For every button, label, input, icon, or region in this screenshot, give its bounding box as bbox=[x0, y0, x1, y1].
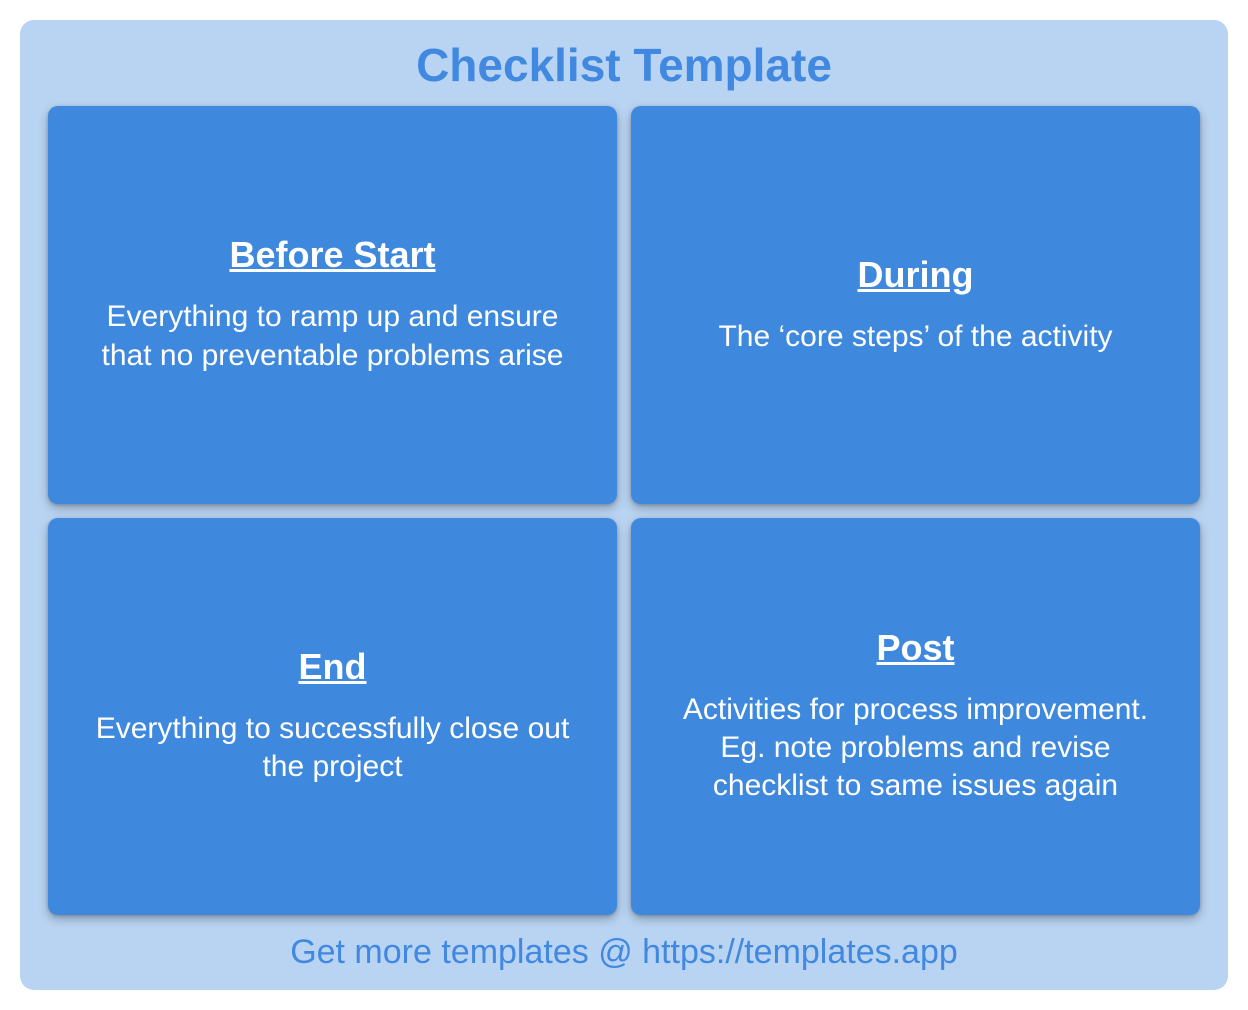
card-description: The ‘core steps’ of the activity bbox=[718, 318, 1112, 356]
card-description: Everything to successfully close out the… bbox=[88, 710, 577, 787]
page-title: Checklist Template bbox=[48, 38, 1200, 92]
card-description: Everything to ramp up and ensure that no… bbox=[88, 298, 577, 375]
card-heading: Post bbox=[876, 627, 954, 669]
card-description: Activities for process improvement. Eg. … bbox=[671, 691, 1160, 806]
card-heading: During bbox=[858, 254, 974, 296]
card-before-start: Before Start Everything to ramp up and e… bbox=[48, 106, 617, 504]
card-end: End Everything to successfully close out… bbox=[48, 518, 617, 916]
footer-text: Get more templates @ https://templates.a… bbox=[48, 915, 1200, 984]
card-grid: Before Start Everything to ramp up and e… bbox=[48, 106, 1200, 915]
card-heading: Before Start bbox=[229, 234, 435, 276]
card-during: During The ‘core steps’ of the activity bbox=[631, 106, 1200, 504]
card-heading: End bbox=[299, 646, 367, 688]
card-post: Post Activities for process improvement.… bbox=[631, 518, 1200, 916]
template-container: Checklist Template Before Start Everythi… bbox=[20, 20, 1228, 990]
